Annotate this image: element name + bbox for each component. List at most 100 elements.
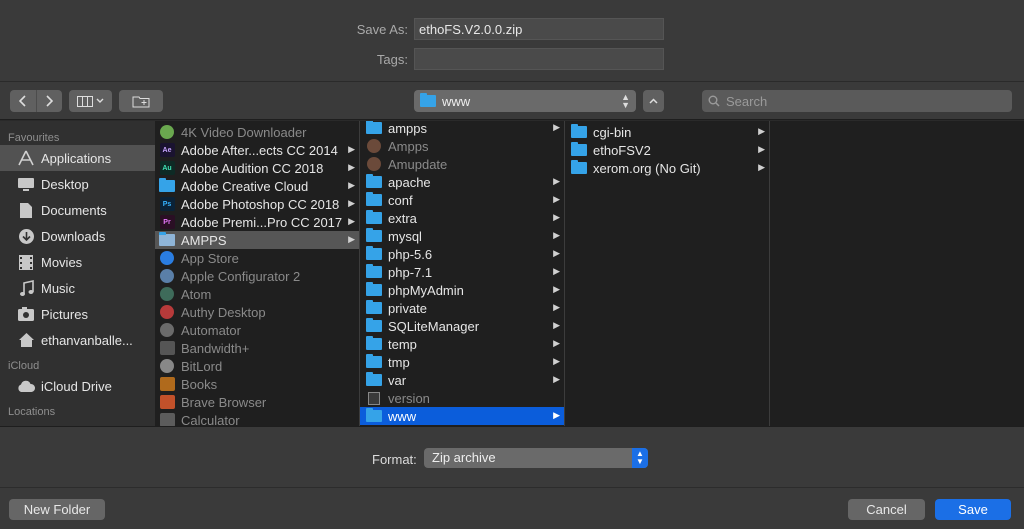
sidebar-item-home[interactable]: ethanvanballe... <box>0 327 155 353</box>
search-field[interactable]: Search <box>702 90 1012 112</box>
list-item[interactable]: Books <box>155 375 359 393</box>
list-item[interactable]: Bandwidth+ <box>155 339 359 357</box>
updown-chevron-icon: ▲ ▼ <box>621 92 630 110</box>
sidebar-item-label: Desktop <box>41 176 89 192</box>
collapse-button[interactable] <box>643 90 664 112</box>
list-item-label: Automator <box>181 322 241 338</box>
app-bandwidth-icon <box>159 341 175 355</box>
list-item[interactable]: 4K Video Downloader <box>155 123 359 141</box>
folder-icon <box>420 93 436 107</box>
new-folder-button[interactable]: New Folder <box>9 499 105 520</box>
app-photoshop-icon: Ps <box>159 197 175 211</box>
list-item[interactable]: Amupdate <box>360 155 564 173</box>
list-item[interactable]: Atom <box>155 285 359 303</box>
folder-icon <box>366 372 382 387</box>
list-item[interactable]: php-5.6 ▶ <box>360 245 564 263</box>
updown-chevron-icon: ▲ ▼ <box>632 448 648 468</box>
list-item[interactable]: Au Adobe Audition CC 2018 ▶ <box>155 159 359 177</box>
list-item-label: Ampps <box>388 138 429 154</box>
list-item[interactable]: App Store <box>155 249 359 267</box>
list-item[interactable]: tmp ▶ <box>360 353 564 371</box>
list-item[interactable]: Automator <box>155 321 359 339</box>
view-mode-button[interactable] <box>69 90 112 112</box>
disclosure-arrow-icon: ▶ <box>348 144 355 154</box>
list-item[interactable]: Calculator <box>155 411 359 426</box>
list-item[interactable]: temp ▶ <box>360 335 564 353</box>
list-item-label: mysql <box>388 228 422 244</box>
list-item[interactable]: cgi-bin ▶ <box>565 123 769 141</box>
folder-icon <box>366 408 382 423</box>
folder-icon <box>159 178 175 193</box>
list-item[interactable]: Ampps <box>360 137 564 155</box>
list-item[interactable]: Authy Desktop <box>155 303 359 321</box>
save-button[interactable]: Save <box>935 499 1011 520</box>
list-item[interactable]: ampps ▶ <box>360 121 564 137</box>
folder-icon <box>366 192 382 207</box>
new-folder-toolbar-button[interactable] <box>119 90 163 112</box>
list-item[interactable]: Ae Adobe After...ects CC 2014 ▶ <box>155 141 359 159</box>
list-item-label: ethoFSV2 <box>593 142 651 158</box>
disclosure-arrow-icon: ▶ <box>348 180 355 190</box>
app-premiere-icon: Pr <box>159 215 175 229</box>
sidebar-item-applications[interactable]: Applications <box>0 145 155 171</box>
format-popup[interactable]: Zip archive ▲ ▼ <box>424 448 648 468</box>
list-item[interactable]: mysql ▶ <box>360 227 564 245</box>
save-as-label: Save As: <box>356 22 408 37</box>
sidebar-item-movies[interactable]: Movies <box>0 249 155 275</box>
tags-input[interactable] <box>414 48 664 70</box>
list-item[interactable]: apache ▶ <box>360 173 564 191</box>
app-configurator-icon <box>159 269 175 283</box>
disclosure-arrow-icon: ▶ <box>553 122 560 132</box>
disclosure-arrow-icon: ▶ <box>553 302 560 312</box>
downloads-icon <box>15 227 37 245</box>
cloud-icon <box>15 377 37 395</box>
folder-icon <box>366 121 382 135</box>
list-item-label: Authy Desktop <box>181 304 266 320</box>
list-item[interactable]: Ps Adobe Photoshop CC 2018 ▶ <box>155 195 359 213</box>
folder-icon <box>571 142 587 157</box>
sidebar-item-downloads[interactable]: Downloads <box>0 223 155 249</box>
list-item[interactable]: SQLiteManager ▶ <box>360 317 564 335</box>
list-item[interactable]: BitLord <box>155 357 359 375</box>
column-www: cgi-bin ▶ ethoFSV2 ▶ xerom.org (No Git) … <box>565 121 770 426</box>
sidebar-item-label: Pictures <box>41 306 88 322</box>
list-item[interactable]: var ▶ <box>360 371 564 389</box>
list-item[interactable]: phpMyAdmin ▶ <box>360 281 564 299</box>
list-item-selected[interactable]: AMPPS ▶ <box>155 231 359 249</box>
folder-icon <box>366 174 382 189</box>
list-item-label: AMPPS <box>181 232 227 248</box>
folder-icon <box>366 318 382 333</box>
list-item[interactable]: Adobe Creative Cloud ▶ <box>155 177 359 195</box>
list-item-label: cgi-bin <box>593 124 632 140</box>
list-item[interactable]: private ▶ <box>360 299 564 317</box>
list-item[interactable]: ethoFSV2 ▶ <box>565 141 769 159</box>
list-item[interactable]: extra ▶ <box>360 209 564 227</box>
disclosure-arrow-icon: ▶ <box>758 162 765 172</box>
desktop-icon <box>15 175 37 193</box>
app-books-icon <box>159 377 175 391</box>
save-as-input[interactable]: ethoFS.V2.0.0.zip <box>414 18 664 40</box>
list-item[interactable]: version <box>360 389 564 407</box>
cancel-button[interactable]: Cancel <box>848 499 925 520</box>
disclosure-arrow-icon: ▶ <box>553 284 560 294</box>
list-item-selected[interactable]: www ▶ <box>360 407 564 425</box>
location-popup[interactable]: www ▲ ▼ <box>414 90 636 112</box>
sidebar-item-pictures[interactable]: Pictures <box>0 301 155 327</box>
list-item[interactable]: xerom.org (No Git) ▶ <box>565 159 769 177</box>
folder-icon <box>571 124 587 139</box>
sidebar-item-music[interactable]: Music <box>0 275 155 301</box>
list-item[interactable]: Apple Configurator 2 <box>155 267 359 285</box>
back-button[interactable] <box>10 90 37 112</box>
forward-button[interactable] <box>37 90 63 112</box>
sidebar-item-documents[interactable]: Documents <box>0 197 155 223</box>
disclosure-arrow-icon: ▶ <box>553 266 560 276</box>
list-item[interactable]: php-7.1 ▶ <box>360 263 564 281</box>
list-item-label: Adobe Photoshop CC 2018 <box>181 196 340 212</box>
sidebar-item-icloud-drive[interactable]: iCloud Drive <box>0 373 155 399</box>
sidebar-item-desktop[interactable]: Desktop <box>0 171 155 197</box>
list-item-label: conf <box>388 192 413 208</box>
sidebar-item-label: ethanvanballe... <box>41 332 133 348</box>
list-item[interactable]: Pr Adobe Premi...Pro CC 2017 ▶ <box>155 213 359 231</box>
list-item[interactable]: conf ▶ <box>360 191 564 209</box>
list-item[interactable]: Brave Browser <box>155 393 359 411</box>
